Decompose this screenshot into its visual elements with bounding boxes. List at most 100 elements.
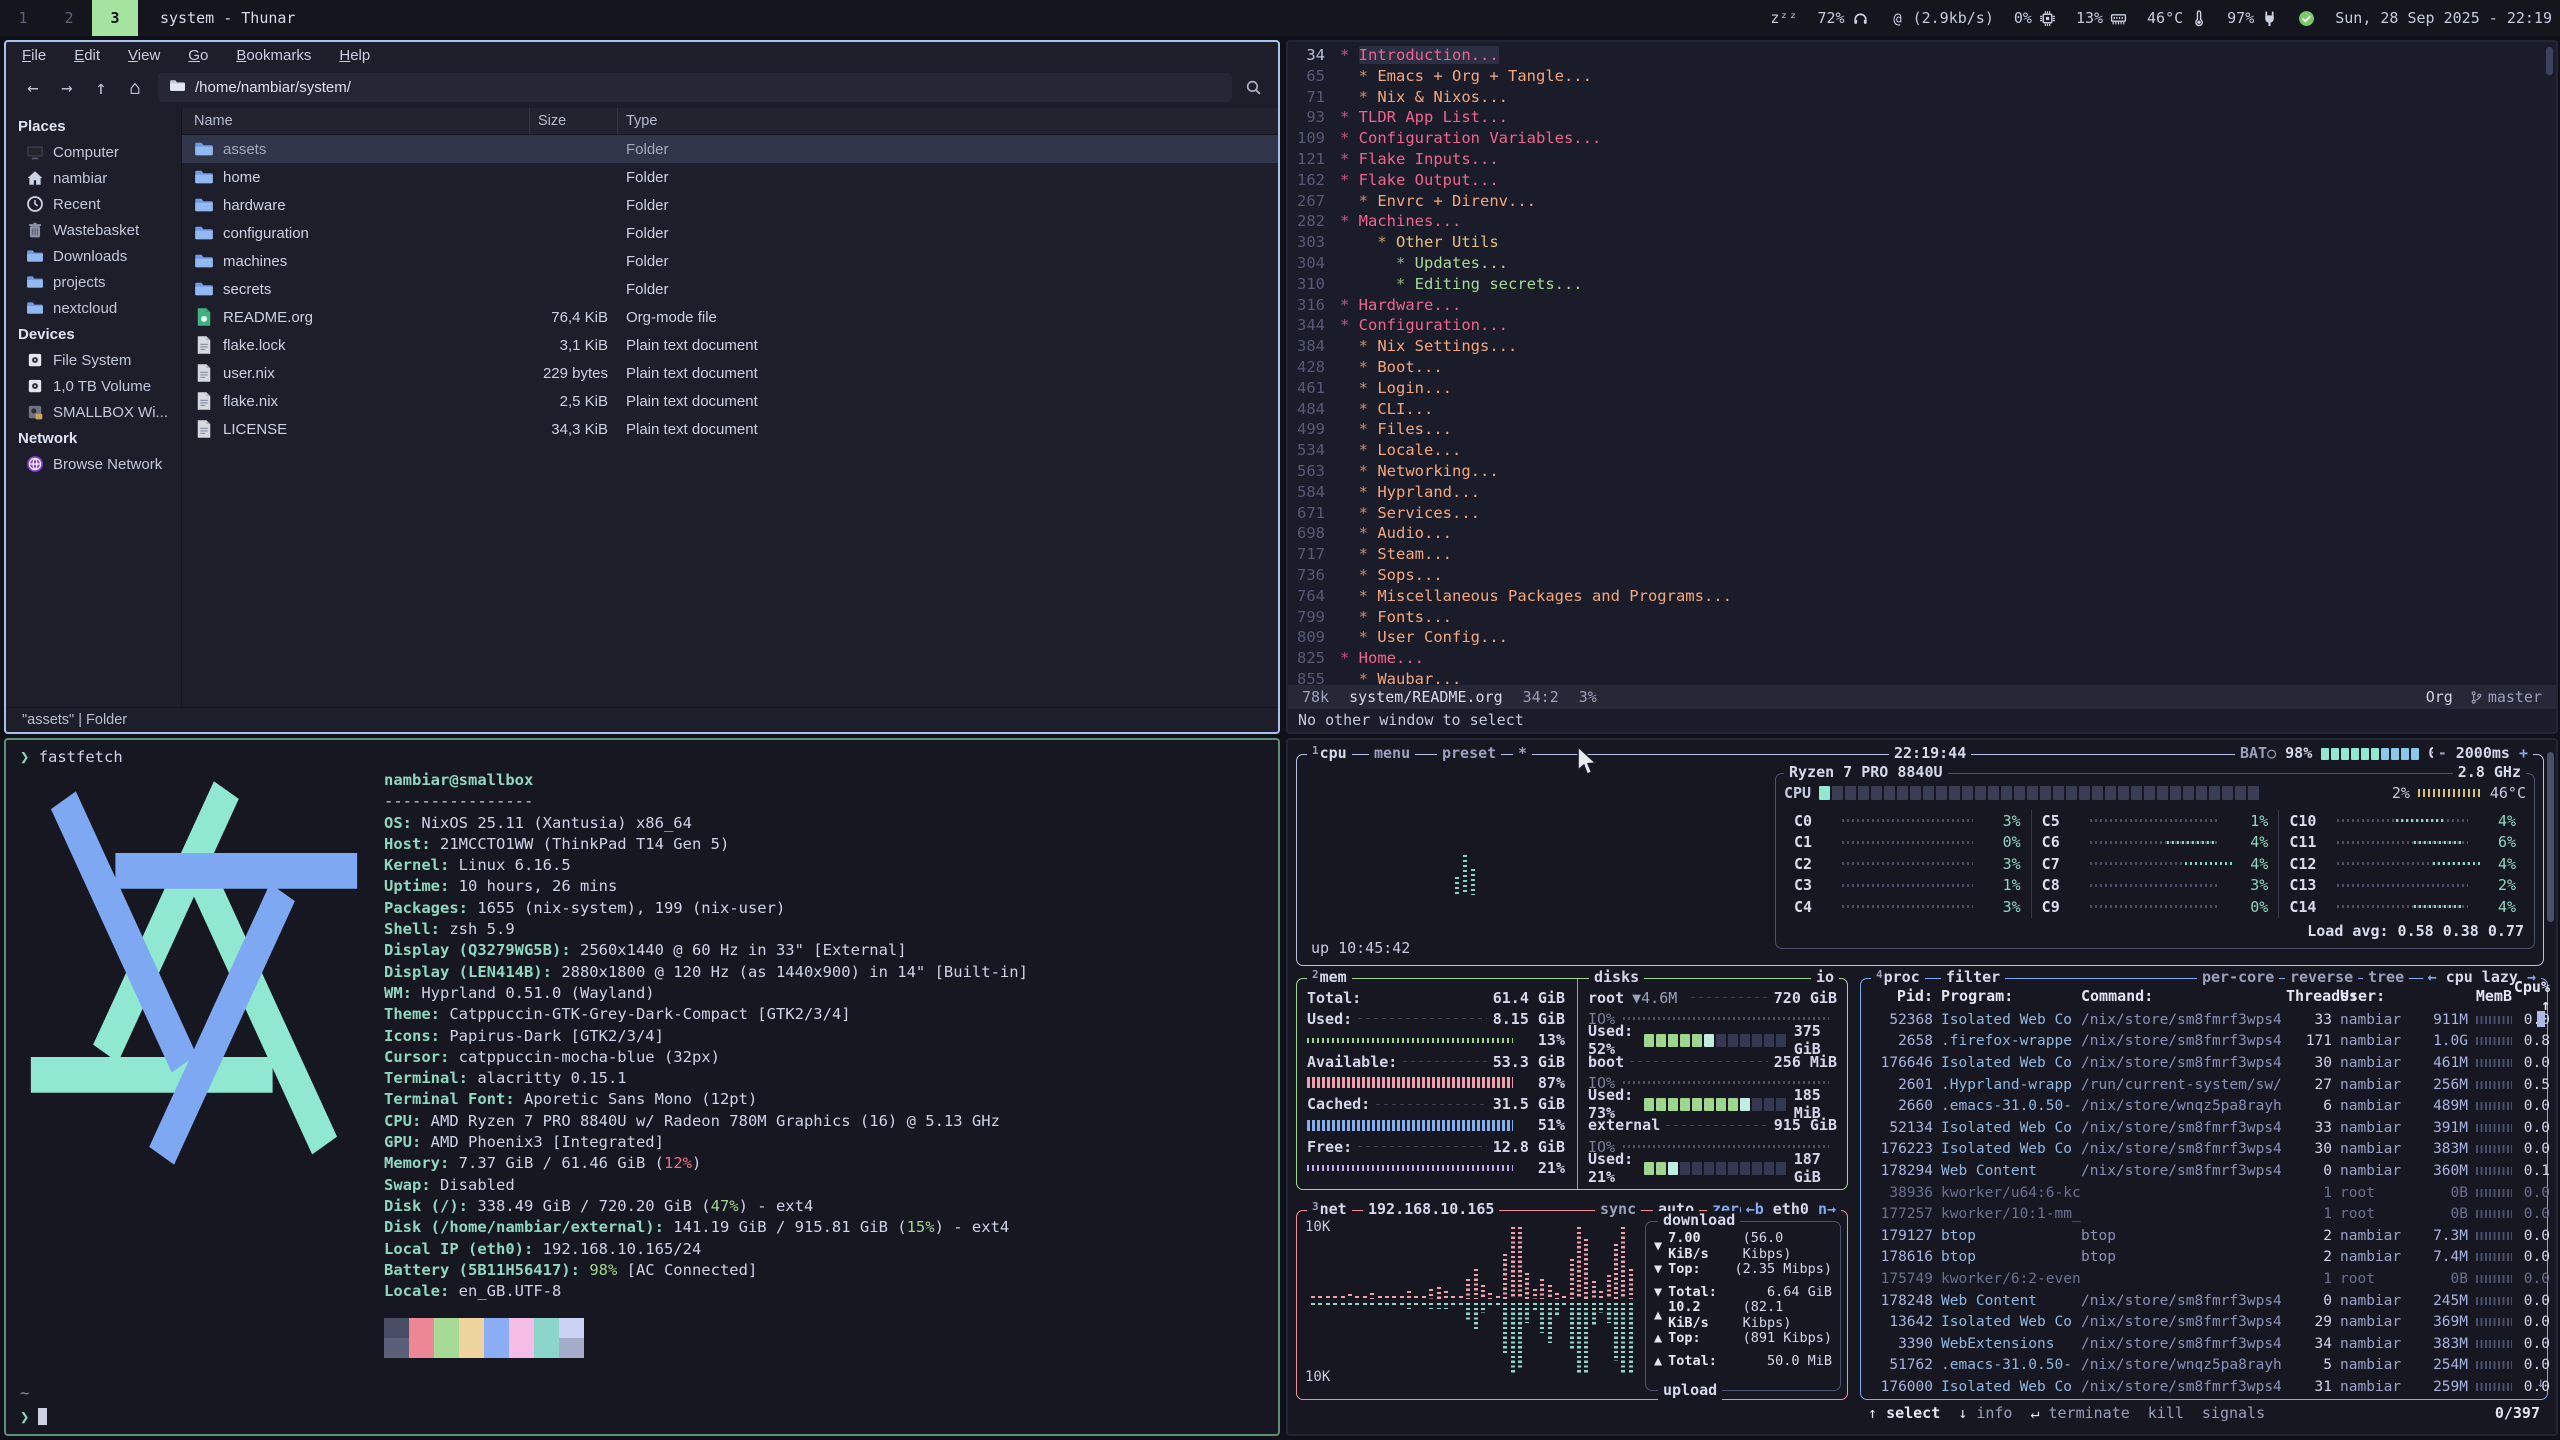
org-heading-line[interactable]: 384 * Nix Settings... xyxy=(1288,336,2556,357)
memory-usage[interactable]: 13% xyxy=(2076,9,2127,27)
workspace-2[interactable]: 2 xyxy=(46,0,92,36)
preset-button[interactable]: preset xyxy=(1437,744,1501,763)
net-sync-button[interactable]: sync xyxy=(1595,1200,1641,1219)
org-heading-line[interactable]: 282* Machines... xyxy=(1288,211,2556,232)
process-row[interactable]: 38936kworker/u64:6-kc1root0B0.0 xyxy=(1867,1182,2537,1204)
sidebar-item-projects[interactable]: projects xyxy=(6,269,181,295)
column-header-size[interactable]: Size xyxy=(530,108,618,134)
proc-header-0[interactable]: Pid: xyxy=(1867,987,1933,1005)
file-row[interactable]: README.org76,4 KiBOrg-mode file xyxy=(182,303,1278,331)
org-heading-line[interactable]: 764 * Miscellaneous Packages and Program… xyxy=(1288,586,2556,607)
process-row[interactable]: 52368Isolated Web Co/nix/store/sm8fmrf3w… xyxy=(1867,1009,2537,1031)
org-heading-line[interactable]: 736 * Sops... xyxy=(1288,565,2556,586)
process-row[interactable]: 178294Web Content/nix/store/sm8fmrf3wps4… xyxy=(1867,1160,2537,1182)
process-row[interactable]: 3390WebExtensions/nix/store/sm8fmrf3wps4… xyxy=(1867,1333,2537,1355)
process-row[interactable]: 176646Isolated Web Co/nix/store/sm8fmrf3… xyxy=(1867,1052,2537,1074)
status-ok[interactable] xyxy=(2298,10,2315,27)
proc-scrollbar-thumb[interactable] xyxy=(2537,1011,2545,1027)
file-row[interactable]: flake.lock3,1 KiBPlain text document xyxy=(182,331,1278,359)
menu-button[interactable]: menu xyxy=(1369,744,1415,763)
org-heading-line[interactable]: 310 * Editing secrets... xyxy=(1288,274,2556,295)
back-button[interactable]: ← xyxy=(16,77,50,99)
sidebar-item-1-0-tb-volume[interactable]: 1,0 TB Volume xyxy=(6,373,181,399)
sidebar-item-downloads[interactable]: Downloads xyxy=(6,243,181,269)
org-heading-line[interactable]: 461 * Login... xyxy=(1288,378,2556,399)
net-interface-switcher[interactable]: ←b eth0 n→ xyxy=(1741,1200,1841,1219)
forward-button[interactable]: → xyxy=(50,77,84,99)
process-table-headers[interactable]: Pid:Program:Command:Threads:User:MemBCpu… xyxy=(1867,985,2537,1007)
org-heading-line[interactable]: 121* Flake Inputs... xyxy=(1288,149,2556,170)
cpu-usage[interactable]: 0% xyxy=(2014,9,2056,27)
network-speed[interactable]: @(2.9kb/s) xyxy=(1889,9,1994,27)
process-row[interactable]: 178616btopbtop2nambiar7.4M0.0 xyxy=(1867,1247,2537,1269)
menu-help[interactable]: Help xyxy=(339,47,370,64)
process-row[interactable]: 13642Isolated Web Co/nix/store/sm8fmrf3w… xyxy=(1867,1311,2537,1333)
org-heading-line[interactable]: 855 * Waubar... xyxy=(1288,669,2556,685)
process-row[interactable]: 179127btopbtop2nambiar7.3M0.0 xyxy=(1867,1225,2537,1247)
org-heading-line[interactable]: 563 * Networking... xyxy=(1288,461,2556,482)
file-row[interactable]: assetsFolder xyxy=(182,135,1278,163)
volume[interactable]: 72% xyxy=(1818,9,1869,27)
battery[interactable]: 97% xyxy=(2227,9,2278,27)
workspace-3[interactable]: 3 xyxy=(92,0,138,36)
org-heading-line[interactable]: 65 * Emacs + Org + Tangle... xyxy=(1288,66,2556,87)
org-heading-line[interactable]: 698 * Audio... xyxy=(1288,523,2556,544)
sidebar-item-nextcloud[interactable]: nextcloud xyxy=(6,295,181,321)
org-heading-line[interactable]: 499 * Files... xyxy=(1288,419,2556,440)
temperature[interactable]: 46°C xyxy=(2147,9,2207,27)
org-heading-line[interactable]: 162* Flake Output... xyxy=(1288,170,2556,191)
process-row[interactable]: 178248Web Content/nix/store/sm8fmrf3wps4… xyxy=(1867,1290,2537,1312)
column-header-name[interactable]: Name xyxy=(182,108,530,134)
org-heading-line[interactable]: 303 * Other Utils xyxy=(1288,232,2556,253)
proc-header-1[interactable]: Program: xyxy=(1941,987,2081,1005)
column-header-type[interactable]: Type xyxy=(618,108,1278,134)
process-row[interactable]: 176223Isolated Web Co/nix/store/sm8fmrf3… xyxy=(1867,1139,2537,1161)
proc-header-4[interactable]: User: xyxy=(2332,987,2412,1005)
org-heading-line[interactable]: 717 * Steam... xyxy=(1288,544,2556,565)
process-row[interactable]: 176000Isolated Web Co/nix/store/sm8fmrf3… xyxy=(1867,1376,2537,1398)
menu-go[interactable]: Go xyxy=(188,47,208,64)
org-heading-line[interactable]: 534 * Locale... xyxy=(1288,440,2556,461)
footer-key-info[interactable]: ↓ info xyxy=(1958,1404,2012,1422)
org-heading-line[interactable]: 344* Configuration... xyxy=(1288,315,2556,336)
org-heading-line[interactable]: 671 * Services... xyxy=(1288,503,2556,524)
org-heading-line[interactable]: 34* Introduction... xyxy=(1288,45,2556,66)
sidebar-item-recent[interactable]: Recent xyxy=(6,191,181,217)
home-button[interactable]: ⌂ xyxy=(118,77,152,99)
footer-key-signals[interactable]: signals xyxy=(2202,1404,2265,1422)
org-outline[interactable]: 34* Introduction...65 * Emacs + Org + Ta… xyxy=(1288,42,2556,685)
process-row[interactable]: 2601.Hyprland-wrapp/run/current-system/s… xyxy=(1867,1074,2537,1096)
menu-file[interactable]: File xyxy=(22,47,46,64)
file-row[interactable]: secretsFolder xyxy=(182,275,1278,303)
org-heading-line[interactable]: 825* Home... xyxy=(1288,648,2556,669)
file-row[interactable]: flake.nix2,5 KiBPlain text document xyxy=(182,387,1278,415)
process-row[interactable]: 175749kworker/6:2-even1root0B0.0 xyxy=(1867,1268,2537,1290)
cpu-box-title[interactable]: 1cpu xyxy=(1307,744,1352,763)
search-button[interactable] xyxy=(1238,79,1268,96)
proc-header-2[interactable]: Command: xyxy=(2081,987,2286,1005)
sidebar-item-file-system[interactable]: File System xyxy=(6,347,181,373)
footer-key-kill[interactable]: kill xyxy=(2148,1404,2184,1422)
menu-bookmarks[interactable]: Bookmarks xyxy=(236,47,311,64)
sidebar-item-computer[interactable]: Computer xyxy=(6,139,181,165)
org-heading-line[interactable]: 809 * User Config... xyxy=(1288,627,2556,648)
footer-key-select[interactable]: ↑ select xyxy=(1868,1404,1940,1422)
sidebar-item-wastebasket[interactable]: Wastebasket xyxy=(6,217,181,243)
net-box-title[interactable]: 3net xyxy=(1307,1200,1352,1219)
org-heading-line[interactable]: 584 * Hyprland... xyxy=(1288,482,2556,503)
org-heading-line[interactable]: 304 * Updates... xyxy=(1288,253,2556,274)
file-row[interactable]: configurationFolder xyxy=(182,219,1278,247)
file-row[interactable]: homeFolder xyxy=(182,163,1278,191)
org-heading-line[interactable]: 484 * CLI... xyxy=(1288,399,2556,420)
update-interval-control[interactable]: - 2000ms + xyxy=(2433,744,2533,763)
proc-header-5[interactable]: MemB xyxy=(2412,987,2512,1005)
file-row[interactable]: hardwareFolder xyxy=(182,191,1278,219)
process-row[interactable]: 2658.firefox-wrappe/nix/store/sm8fmrf3wp… xyxy=(1867,1031,2537,1053)
file-row[interactable]: machinesFolder xyxy=(182,247,1278,275)
path-bar[interactable]: /home/nambiar/system/ xyxy=(158,73,1232,102)
sidebar-item-smallbox-wi-[interactable]: SMALLBOX Wi... xyxy=(6,399,181,425)
file-row[interactable]: user.nix229 bytesPlain text document xyxy=(182,359,1278,387)
org-heading-line[interactable]: 428 * Boot... xyxy=(1288,357,2556,378)
process-row[interactable]: 2660.emacs-31.0.50-/nix/store/wnqz5pa8ra… xyxy=(1867,1095,2537,1117)
workspace-1[interactable]: 1 xyxy=(0,0,46,36)
